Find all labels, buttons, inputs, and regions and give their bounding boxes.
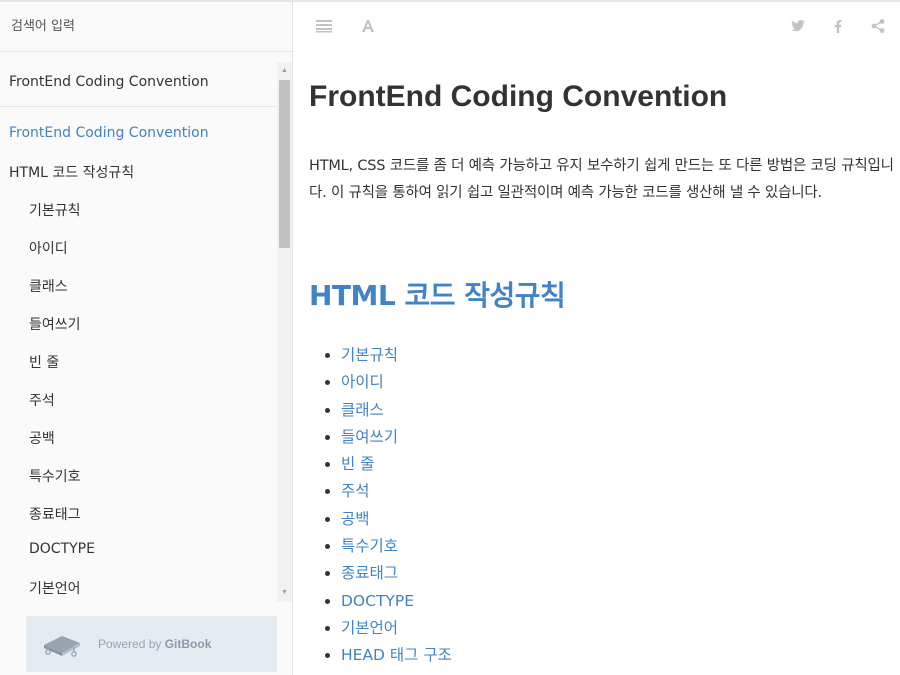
- search-input[interactable]: [9, 18, 273, 35]
- list-item: 공백: [341, 506, 452, 533]
- font-settings-button[interactable]: [356, 14, 380, 38]
- scroll-down-arrow-icon[interactable]: ▼: [277, 586, 292, 600]
- link-class[interactable]: 클래스: [341, 401, 384, 419]
- facebook-share-button[interactable]: [826, 14, 850, 38]
- font-settings-icon: [362, 20, 374, 32]
- sidebar-item-doctype[interactable]: DOCTYPE: [29, 541, 95, 557]
- link-indent[interactable]: 들여쓰기: [341, 428, 398, 446]
- table-of-contents: FrontEnd Coding Convention FrontEnd Codi…: [0, 62, 277, 597]
- list-item: 주석: [341, 478, 452, 505]
- link-doctype[interactable]: DOCTYPE: [341, 592, 414, 610]
- powered-by-text: Powered by GitBook: [98, 637, 211, 651]
- link-head-structure[interactable]: HEAD 태그 구조: [341, 646, 452, 664]
- powered-brand: GitBook: [164, 637, 212, 651]
- sidebar-book-title[interactable]: FrontEnd Coding Convention: [9, 74, 209, 90]
- gitbook-reader: FrontEnd Coding Convention FrontEnd Codi…: [0, 0, 900, 675]
- sidebar-item-whitespace[interactable]: 공백: [29, 428, 55, 448]
- twitter-icon: [791, 20, 805, 32]
- page-title: FrontEnd Coding Convention: [309, 80, 728, 113]
- list-item: 빈 줄: [341, 451, 452, 478]
- section-title: HTML 코드 작성규칙: [309, 279, 566, 312]
- facebook-icon: [834, 19, 842, 33]
- toc-toggle-icon: [316, 20, 332, 33]
- sidebar-divider: [0, 106, 277, 107]
- sidebar-item-default-lang[interactable]: 기본언어: [29, 578, 81, 597]
- share-button[interactable]: [866, 14, 890, 38]
- list-item: 기본언어: [341, 615, 452, 642]
- link-comment[interactable]: 주석: [341, 482, 370, 500]
- powered-by-gitbook-link[interactable]: Powered by GitBook: [26, 616, 277, 672]
- list-item: 클래스: [341, 397, 452, 424]
- list-item: 들여쓰기: [341, 424, 452, 451]
- sidebar-item-html-rules[interactable]: HTML 코드 작성규칙: [9, 162, 134, 182]
- sidebar-item-end-tag[interactable]: 종료태그: [29, 504, 81, 524]
- sidebar: FrontEnd Coding Convention FrontEnd Codi…: [0, 2, 293, 675]
- list-item: 아이디: [341, 369, 452, 396]
- list-item: DOCTYPE: [341, 588, 452, 615]
- sidebar-item-blank-line[interactable]: 빈 줄: [29, 352, 59, 372]
- sidebar-item-comment[interactable]: 주석: [29, 390, 55, 410]
- link-id[interactable]: 아이디: [341, 373, 384, 391]
- search-bar: [0, 2, 292, 52]
- sidebar-item-special-chars[interactable]: 특수기호: [29, 466, 81, 486]
- link-special-chars[interactable]: 특수기호: [341, 537, 398, 555]
- scroll-up-arrow-icon[interactable]: ▲: [277, 64, 292, 78]
- link-basic-rules[interactable]: 기본규칙: [341, 346, 398, 364]
- intro-paragraph: HTML, CSS 코드를 좀 더 예측 가능하고 유지 보수하기 쉽게 만드는…: [309, 158, 894, 201]
- gitbook-logo-icon: [44, 636, 80, 657]
- twitter-share-button[interactable]: [786, 14, 810, 38]
- sidebar-item-basic-rules[interactable]: 기본규칙: [29, 200, 81, 220]
- link-blank-line[interactable]: 빈 줄: [341, 455, 374, 473]
- list-item: 특수기호: [341, 533, 452, 560]
- link-end-tag[interactable]: 종료태그: [341, 564, 398, 582]
- list-item: 종료태그: [341, 560, 452, 587]
- list-item: HEAD 태그 구조: [341, 642, 452, 669]
- toc-toggle-button[interactable]: [312, 14, 336, 38]
- sidebar-item-indent[interactable]: 들여쓰기: [29, 314, 81, 334]
- powered-prefix: Powered by: [98, 637, 162, 651]
- link-default-lang[interactable]: 기본언어: [341, 619, 398, 637]
- main-content: FrontEnd Coding Convention HTML, CSS 코드를…: [294, 2, 900, 675]
- list-item: 기본규칙: [341, 342, 452, 369]
- scroll-thumb[interactable]: [279, 80, 290, 248]
- sidebar-scrollbar[interactable]: ▲ ▼: [277, 62, 292, 602]
- share-icon: [871, 19, 885, 33]
- section-link-list: 기본규칙 아이디 클래스 들여쓰기 빈 줄 주석 공백 특수기호 종료태그 DO…: [309, 342, 452, 670]
- sidebar-item-class[interactable]: 클래스: [29, 276, 68, 296]
- sidebar-item-id[interactable]: 아이디: [29, 238, 68, 258]
- sidebar-item-intro[interactable]: FrontEnd Coding Convention: [9, 125, 209, 141]
- link-whitespace[interactable]: 공백: [341, 510, 370, 528]
